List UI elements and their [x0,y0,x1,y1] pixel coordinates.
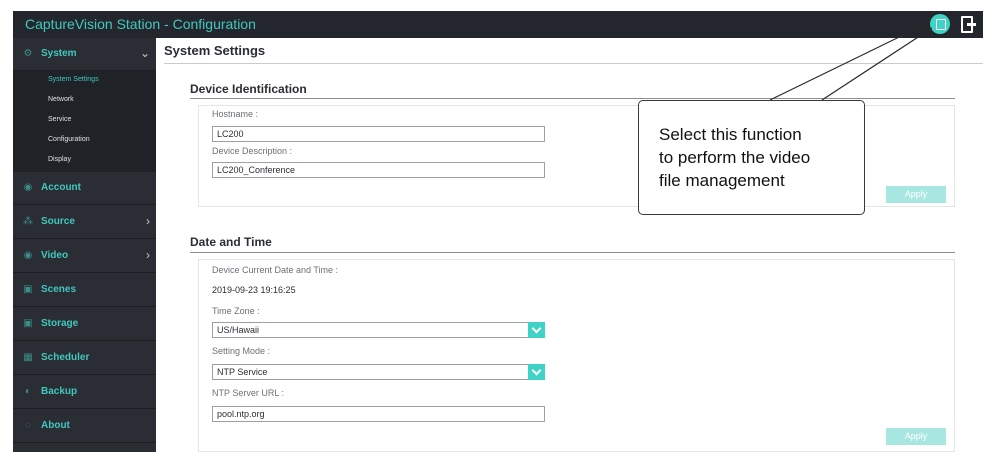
chevron-down-icon[interactable] [528,322,545,338]
chevron-right-icon: › [146,248,150,262]
ntp-server-url-input[interactable]: pool.ntp.org [212,406,545,422]
sidebar-subitem-label: Configuration [48,136,90,143]
sidebar-item-label: About [41,420,70,431]
sidebar-subitem-display[interactable]: Display [13,151,156,171]
page-title: System Settings [164,43,266,58]
sidebar-item-backup[interactable]: ◐ Backup [13,376,156,409]
divider [190,98,955,99]
time-zone-value: US/Hawaii [217,325,260,335]
about-icon: ◌ [25,420,31,431]
chevron-down-icon[interactable] [528,364,545,380]
divider [190,252,955,253]
sidebar-subitem-label: Service [48,116,72,123]
divider [164,63,983,64]
backup-icon: ◐ [24,386,32,397]
sidebar-subitem-system-settings[interactable]: System Settings [13,71,156,91]
device-description-label: Device Description : [212,146,293,156]
sidebar-subitem-network[interactable]: Network [13,91,156,111]
sidebar-item-label: Video [41,250,69,261]
setting-mode-value: NTP Service [217,367,268,377]
current-date-time-label: Device Current Date and Time : [212,265,339,275]
configuration-page: CaptureVision Station - Configuration ⚙ … [0,0,1003,452]
scheduler-icon: ▦ [23,352,33,363]
callout-text: Select this function to perform the vide… [659,125,811,190]
sidebar-item-label: Backup [41,386,78,397]
storage-icon: ▣ [23,318,33,329]
setting-mode-label: Setting Mode : [212,346,271,356]
sidebar-item-label: Account [41,182,81,193]
chevron-right-icon: › [146,214,150,228]
sidebar-item-system[interactable]: ⚙ System ⌄ [13,38,156,71]
sidebar-item-source[interactable]: ⁂ Source › [13,206,156,239]
ntp-server-url-label: NTP Server URL : [212,388,285,398]
sidebar-item-storage[interactable]: ▣ Storage [13,308,156,341]
setting-mode-select[interactable]: NTP Service [212,364,545,380]
sidebar-item-label: Source [41,216,75,227]
sidebar-subitem-label: Display [48,156,71,163]
current-date-time-value: 2019-09-23 19:16:25 [212,285,296,295]
sidebar-subitem-label: System Settings [48,76,99,83]
sidebar-item-scenes[interactable]: ▣ Scenes [13,274,156,307]
sidebar-item-label: Scheduler [41,352,90,363]
account-icon: ◉ [23,182,33,193]
app-title: CaptureVision Station - Configuration [25,16,256,32]
top-bar: CaptureVision Station - Configuration [13,11,983,38]
system-submenu: System Settings Network Service Configur… [13,71,156,172]
time-zone-label: Time Zone : [212,306,260,316]
file-management-icon[interactable] [930,14,950,34]
section-title-device-identification: Device Identification [190,82,307,96]
sidebar-item-label: Scenes [41,284,77,295]
hostname-label: Hostname : [212,109,259,119]
video-icon: ◉ [23,250,33,261]
apply-button[interactable]: Apply [886,428,946,445]
sidebar: ⚙ System ⌄ System Settings Network Servi… [13,38,156,452]
time-zone-select[interactable]: US/Hawaii [212,322,545,338]
sidebar-item-label: Storage [41,318,79,329]
sidebar-subitem-service[interactable]: Service [13,111,156,131]
device-description-input[interactable]: LC200_Conference [212,162,545,178]
chevron-down-icon: ⌄ [139,46,150,60]
sidebar-item-video[interactable]: ◉ Video › [13,240,156,273]
hostname-input[interactable]: LC200 [212,126,545,142]
gear-icon: ⚙ [23,48,33,59]
sidebar-subitem-label: Network [48,96,74,103]
sidebar-item-about[interactable]: ◌ About [13,410,156,443]
apply-button[interactable]: Apply [886,186,946,203]
sidebar-item-scheduler[interactable]: ▦ Scheduler [13,342,156,375]
sidebar-item-account[interactable]: ◉ Account [13,172,156,205]
callout-box: Select this function to perform the vide… [638,100,865,215]
logout-icon[interactable] [961,16,976,33]
date-time-panel: Device Current Date and Time : 2019-09-2… [198,259,955,452]
sidebar-item-label: System [41,48,77,59]
scenes-icon: ▣ [23,284,33,295]
source-icon: ⁂ [23,216,33,227]
section-title-date-and-time: Date and Time [190,235,272,249]
sidebar-subitem-configuration[interactable]: Configuration [13,131,156,151]
